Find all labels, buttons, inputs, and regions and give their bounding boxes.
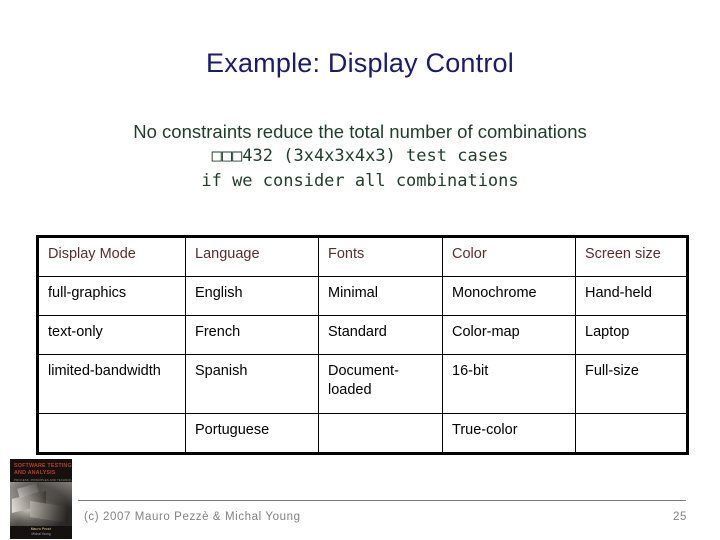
table-cell: Laptop [575, 315, 688, 355]
table-cell: English [185, 276, 319, 316]
table-cell: Full-size [575, 354, 688, 414]
book-cover-photo [10, 482, 72, 526]
table-cell: Portuguese [185, 413, 319, 454]
book-cover-author-1: Mauro Pezzè [30, 527, 52, 531]
footer-copyright: (c) 2007 Mauro Pezzè & Michal Young [84, 511, 301, 523]
column-header-fonts: Fonts [318, 236, 443, 277]
parameter-matrix-table: Display Mode Language Fonts Color Screen… [36, 235, 689, 455]
footer-divider [78, 500, 686, 501]
body-text-block: No constraints reduce the total number o… [0, 120, 720, 194]
table-cell: Minimal [318, 276, 443, 316]
table-cell: 16-bit [442, 354, 576, 414]
book-cover-thumbnail: SOFTWARE TESTING AND ANALYSIS PROCESS, P… [10, 459, 72, 539]
table-cell: Spanish [185, 354, 319, 414]
body-line-2: □□□432 (3x4x3x4x3) test cases [211, 146, 509, 166]
column-header-display-mode: Display Mode [37, 236, 186, 277]
table-cell [37, 413, 186, 454]
column-header-screen-size: Screen size [575, 236, 688, 277]
table-cell: True-color [442, 413, 576, 454]
page-title: Example: Display Control [206, 48, 514, 78]
book-cover-title-line-2: AND ANALYSIS [14, 470, 56, 476]
table-row: full-graphics English Minimal Monochrome… [37, 276, 688, 316]
book-cover-author-2: Michal Young [31, 532, 51, 536]
column-header-language: Language [185, 236, 319, 277]
page-number: 25 [673, 511, 687, 523]
table-row: text-only French Standard Color-map Lapt… [37, 315, 688, 355]
table-cell [575, 413, 688, 454]
body-line-1: No constraints reduce the total number o… [133, 121, 587, 142]
table-cell: French [185, 315, 319, 355]
book-cover-title-line-1: SOFTWARE TESTING [14, 463, 72, 469]
table-cell: limited-bandwidth [37, 354, 186, 414]
body-line-3: if we consider all combinations [201, 171, 519, 191]
table-cell: Standard [318, 315, 443, 355]
table-row: Portuguese True-color [37, 413, 688, 454]
table-cell: Color-map [442, 315, 576, 355]
column-header-color: Color [442, 236, 576, 277]
table-cell [318, 413, 443, 454]
table-cell: Hand-held [575, 276, 688, 316]
table-cell: Monochrome [442, 276, 576, 316]
table-header-row: Display Mode Language Fonts Color Screen… [37, 236, 688, 277]
table-cell: text-only [37, 315, 186, 355]
cover-photo-shape-b [30, 500, 68, 524]
table-cell: Document-loaded [318, 354, 443, 414]
table-cell: full-graphics [37, 276, 186, 316]
table-row: limited-bandwidth Spanish Document-loade… [37, 354, 688, 414]
